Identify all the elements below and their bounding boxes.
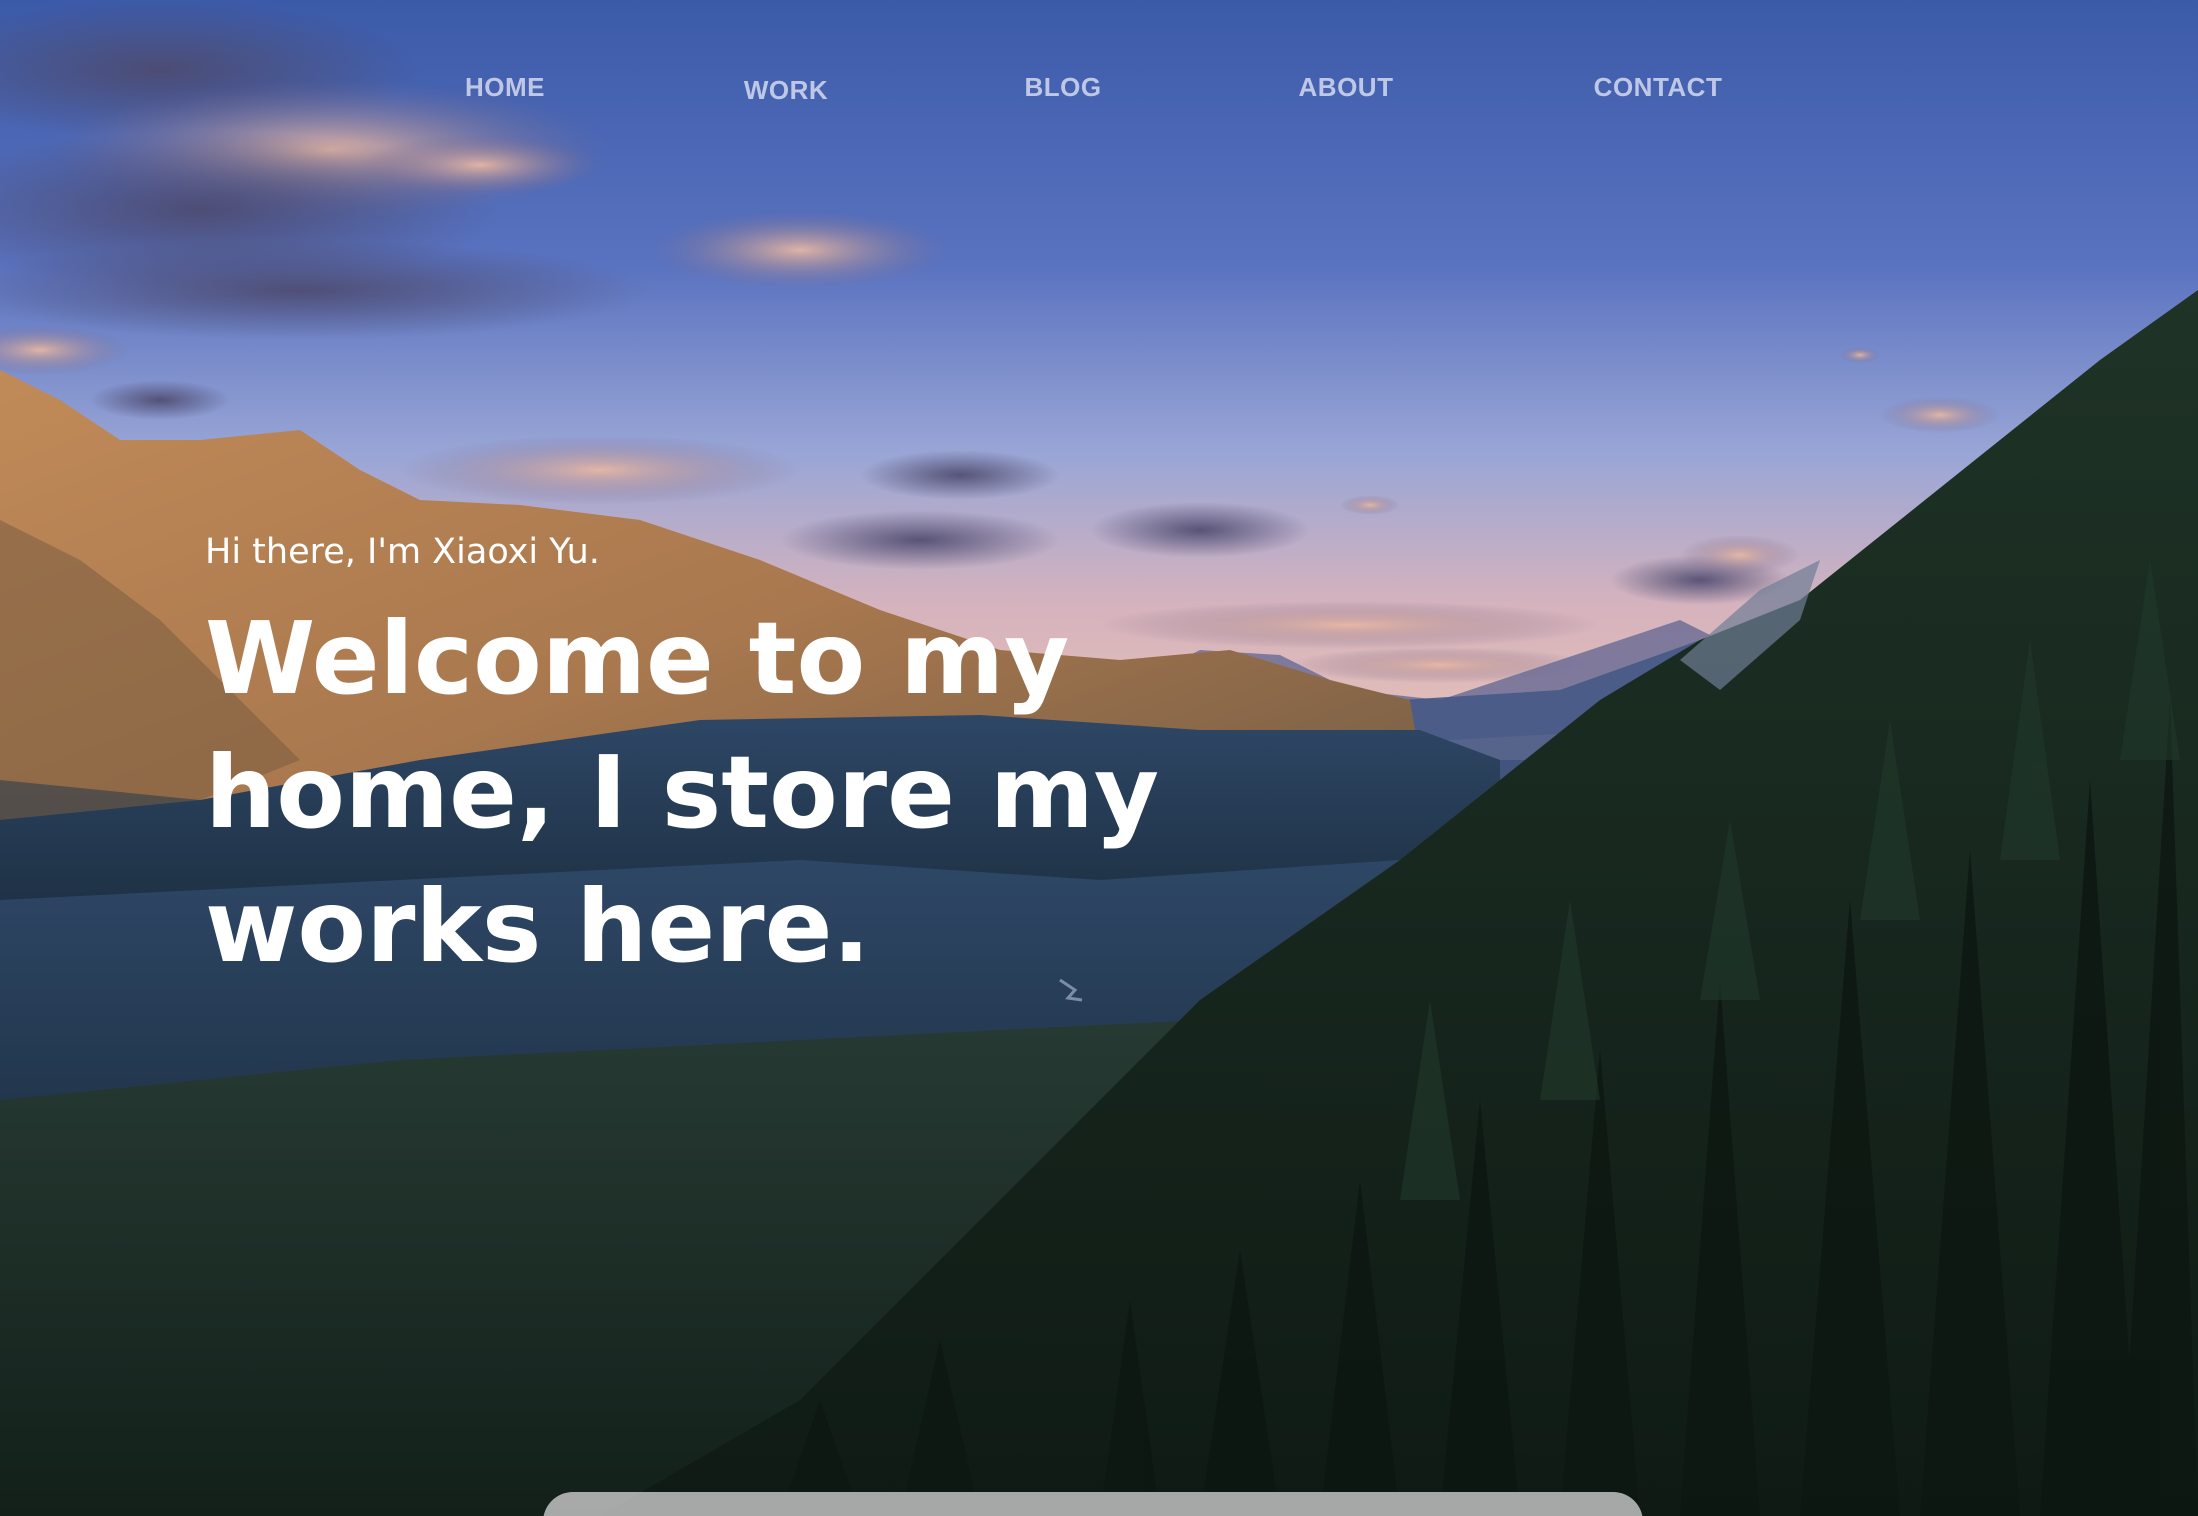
nav-link-blog[interactable]: BLOG (1024, 72, 1101, 103)
nav-link-about[interactable]: ABOUT (1299, 72, 1394, 103)
nav-link-home[interactable]: HOME (465, 72, 545, 103)
hero-greeting: Hi there, I'm Xiaoxi Yu. (205, 532, 600, 572)
hero-intro: Hi there, I'm Xiaoxi Yu. Welcome to my h… (205, 530, 1305, 994)
nav-link-contact[interactable]: CONTACT (1594, 72, 1723, 103)
nav-link-work[interactable]: WORK (744, 75, 828, 106)
bottom-panel-edge (543, 1492, 1643, 1516)
hero-headline: Welcome to my home, I store my works her… (205, 600, 1160, 985)
main-navigation: HOME WORK BLOG ABOUT CONTACT (0, 0, 2198, 180)
hero-section: HOME WORK BLOG ABOUT CONTACT Hi there, I… (0, 0, 2198, 1516)
